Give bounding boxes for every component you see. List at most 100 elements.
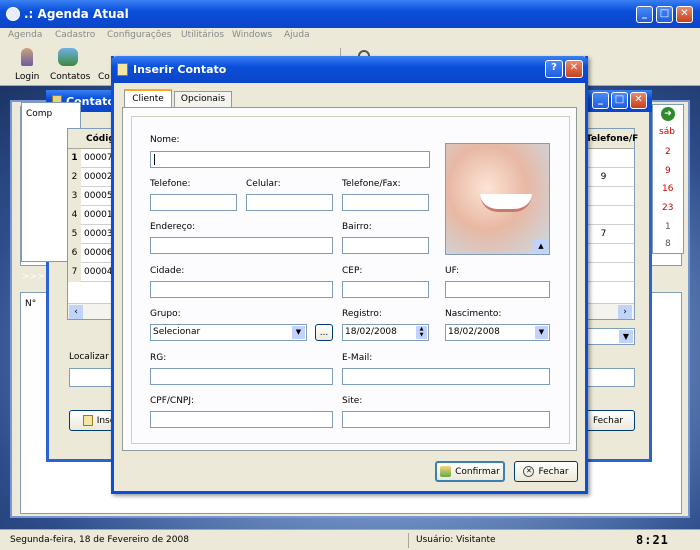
scroll-right-icon[interactable]: ›: [618, 305, 632, 319]
site-input[interactable]: [342, 411, 550, 428]
dialog-titlebar[interactable]: Inserir Contato ? ✕: [111, 56, 588, 83]
confirmar-button[interactable]: Confirmar: [435, 461, 505, 482]
maximize-button[interactable]: □: [656, 6, 673, 23]
spinner-icon[interactable]: ▲ ▼: [416, 326, 427, 339]
row-number: 3: [68, 186, 81, 206]
bairro-label: Bairro:: [342, 222, 372, 232]
login-button[interactable]: Login: [12, 46, 42, 84]
login-label: Login: [15, 72, 40, 82]
menu-ajuda[interactable]: Ajuda: [284, 30, 310, 40]
insert-icon: [82, 415, 93, 426]
calendar-day[interactable]: 9: [665, 166, 671, 176]
scroll-left-icon[interactable]: ‹: [69, 305, 83, 319]
grupo-select[interactable]: Selecionar ▼: [150, 324, 307, 341]
menu-windows[interactable]: Windows: [232, 30, 272, 40]
cep-input[interactable]: [342, 281, 429, 298]
text-cursor: [154, 154, 155, 165]
dialog-close-button[interactable]: ✕: [565, 60, 583, 78]
close-button[interactable]: ✕: [676, 6, 693, 23]
grupo-label: Grupo:: [150, 309, 181, 319]
user-icon: [21, 48, 33, 66]
row-code: 00007: [84, 153, 113, 163]
toolbar-co-label[interactable]: Co: [98, 72, 110, 82]
uf-label: UF:: [445, 266, 460, 276]
menu-utilitarios[interactable]: Utilitários: [181, 30, 224, 40]
row-number: 6: [68, 243, 81, 263]
registro-value: 18/02/2008: [345, 327, 397, 337]
row-number: 2: [68, 167, 81, 187]
cidade-label: Cidade:: [150, 266, 185, 276]
nascimento-date[interactable]: 18/02/2008 ▼: [445, 324, 550, 341]
menu-agenda[interactable]: Agenda: [8, 30, 42, 40]
calendar-next-icon[interactable]: ➜: [661, 107, 675, 121]
bairro-input[interactable]: [342, 237, 429, 254]
row-code: 00001: [84, 210, 113, 220]
photo-smile: [480, 194, 532, 212]
row-number: 7: [68, 262, 81, 282]
tab-panel: Nome: ▲ Telefone: Celular: Telefone/Fax:…: [122, 107, 577, 451]
tab-opcionais-label: Opcionais: [180, 94, 226, 104]
calendar-dropdown-icon[interactable]: ▼: [535, 326, 548, 339]
rg-input[interactable]: [150, 368, 333, 385]
status-bar: Segunda-feira, 18 de Fevereiro de 2008 U…: [0, 529, 700, 550]
nascimento-label: Nascimento:: [445, 309, 502, 319]
nome-input[interactable]: [150, 151, 430, 168]
contatos-fechar-button[interactable]: Fechar: [581, 410, 635, 431]
cidade-input[interactable]: [150, 281, 333, 298]
contatos-maximize-button[interactable]: □: [611, 92, 628, 109]
contatos-close-button[interactable]: ✕: [630, 92, 647, 109]
main-titlebar[interactable]: .: Agenda Atual _ □ ✕: [0, 0, 700, 28]
grupo-browse-button[interactable]: ...: [315, 324, 333, 341]
app-icon: [6, 7, 20, 21]
cep-label: CEP:: [342, 266, 363, 276]
calendar-day[interactable]: 2: [665, 147, 671, 157]
row-code: 00002: [84, 172, 113, 182]
dropdown-arrow-icon[interactable]: ▼: [619, 330, 633, 343]
chevron-down-icon[interactable]: ▼: [292, 326, 305, 339]
cpf-label: CPF/CNPJ:: [150, 396, 195, 406]
dialog-icon: [117, 63, 128, 76]
calendar: ➜ sáb 2 9 16 23 1 8: [652, 104, 684, 254]
endereco-input[interactable]: [150, 237, 333, 254]
registro-date[interactable]: 18/02/2008 ▲ ▼: [342, 324, 429, 341]
tab-cliente[interactable]: Cliente: [124, 89, 172, 108]
tab-opcionais[interactable]: Opcionais: [174, 91, 232, 108]
app-title: .: Agenda Atual: [24, 7, 129, 21]
column-numero: N°: [25, 299, 37, 309]
calendar-day[interactable]: 1: [665, 222, 671, 232]
calendar-day[interactable]: 23: [662, 203, 673, 213]
calendar-day[interactable]: 16: [662, 184, 673, 194]
site-label: Site:: [342, 396, 363, 406]
contatos-label: Contatos: [50, 72, 91, 82]
contacts-icon: [58, 48, 78, 66]
uf-input[interactable]: [445, 281, 550, 298]
photo-scroll-icon[interactable]: ▲: [534, 240, 548, 253]
calendar-day[interactable]: 8: [665, 239, 671, 249]
contatos-button[interactable]: Contatos: [48, 46, 90, 84]
celular-input[interactable]: [246, 194, 333, 211]
cpf-input[interactable]: [150, 411, 333, 428]
nascimento-value: 18/02/2008: [448, 327, 500, 337]
contact-photo[interactable]: ▲: [445, 143, 550, 255]
email-input[interactable]: [342, 368, 550, 385]
close-circle-icon: ✕: [523, 466, 535, 477]
inserir-contato-dialog: Inserir Contato ? ✕ Cliente Opcionais No…: [111, 56, 588, 494]
contatos-minimize-button[interactable]: _: [592, 92, 609, 109]
minimize-button[interactable]: _: [636, 6, 653, 23]
tab-cliente-label: Cliente: [132, 94, 164, 104]
confirm-icon: [440, 466, 452, 477]
grid-header-telefone[interactable]: Telefone/F: [586, 134, 638, 144]
menu-configuracoes[interactable]: Configurações: [107, 30, 171, 40]
calendar-header: sáb: [659, 127, 675, 137]
registro-label: Registro:: [342, 309, 382, 319]
row-number: 1: [68, 148, 81, 168]
endereco-label: Endereço:: [150, 222, 196, 232]
help-button[interactable]: ?: [545, 60, 563, 78]
row-code: 00003: [84, 229, 113, 239]
comp-label: Comp: [26, 109, 53, 119]
fechar-button[interactable]: ✕ Fechar: [514, 461, 578, 482]
fax-input[interactable]: [342, 194, 429, 211]
telefone-input[interactable]: [150, 194, 237, 211]
menu-cadastro[interactable]: Cadastro: [55, 30, 95, 40]
row-code: 00004: [84, 267, 113, 277]
